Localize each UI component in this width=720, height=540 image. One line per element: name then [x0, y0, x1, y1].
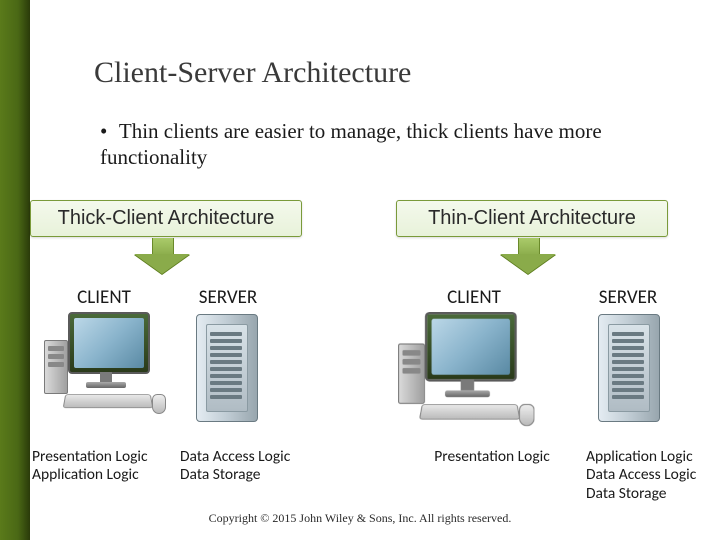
down-arrow-icon — [500, 238, 556, 274]
bullet-dot: • — [100, 118, 114, 144]
down-arrow-icon — [134, 238, 190, 274]
desktop-computer-icon — [398, 312, 532, 435]
logic-line: Data Access Logic — [586, 466, 720, 484]
column-header-client: CLIENT — [64, 286, 144, 309]
server-tower-icon — [196, 314, 258, 422]
thick-server-logic: Data Access Logic Data Storage — [180, 448, 330, 485]
logic-line: Application Logic — [586, 448, 720, 466]
bullet-text: Thin clients are easier to manage, thick… — [100, 119, 602, 169]
logic-line: Data Storage — [180, 466, 330, 484]
thin-client-logic: Presentation Logic — [412, 448, 572, 466]
column-header-client: CLIENT — [434, 286, 514, 309]
desktop-computer-icon — [44, 312, 164, 422]
bullet-point: • Thin clients are easier to manage, thi… — [100, 118, 680, 171]
thin-client-label: Thin-Client Architecture — [396, 200, 668, 237]
logic-line: Presentation Logic — [412, 448, 572, 466]
server-tower-icon — [598, 314, 660, 422]
logic-line: Application Logic — [32, 466, 182, 484]
thin-server-logic: Application Logic Data Access Logic Data… — [586, 448, 720, 503]
logic-line: Data Access Logic — [180, 448, 330, 466]
column-header-server: SERVER — [188, 286, 268, 309]
thick-client-logic: Presentation Logic Application Logic — [32, 448, 182, 485]
thick-client-label: Thick-Client Architecture — [30, 200, 302, 237]
page-title: Client-Server Architecture — [94, 56, 411, 90]
copyright-footer: Copyright © 2015 John Wiley & Sons, Inc.… — [0, 511, 720, 526]
logic-line: Presentation Logic — [32, 448, 182, 466]
side-accent-bar — [0, 0, 30, 540]
logic-line: Data Storage — [586, 485, 720, 503]
column-header-server: SERVER — [588, 286, 668, 309]
